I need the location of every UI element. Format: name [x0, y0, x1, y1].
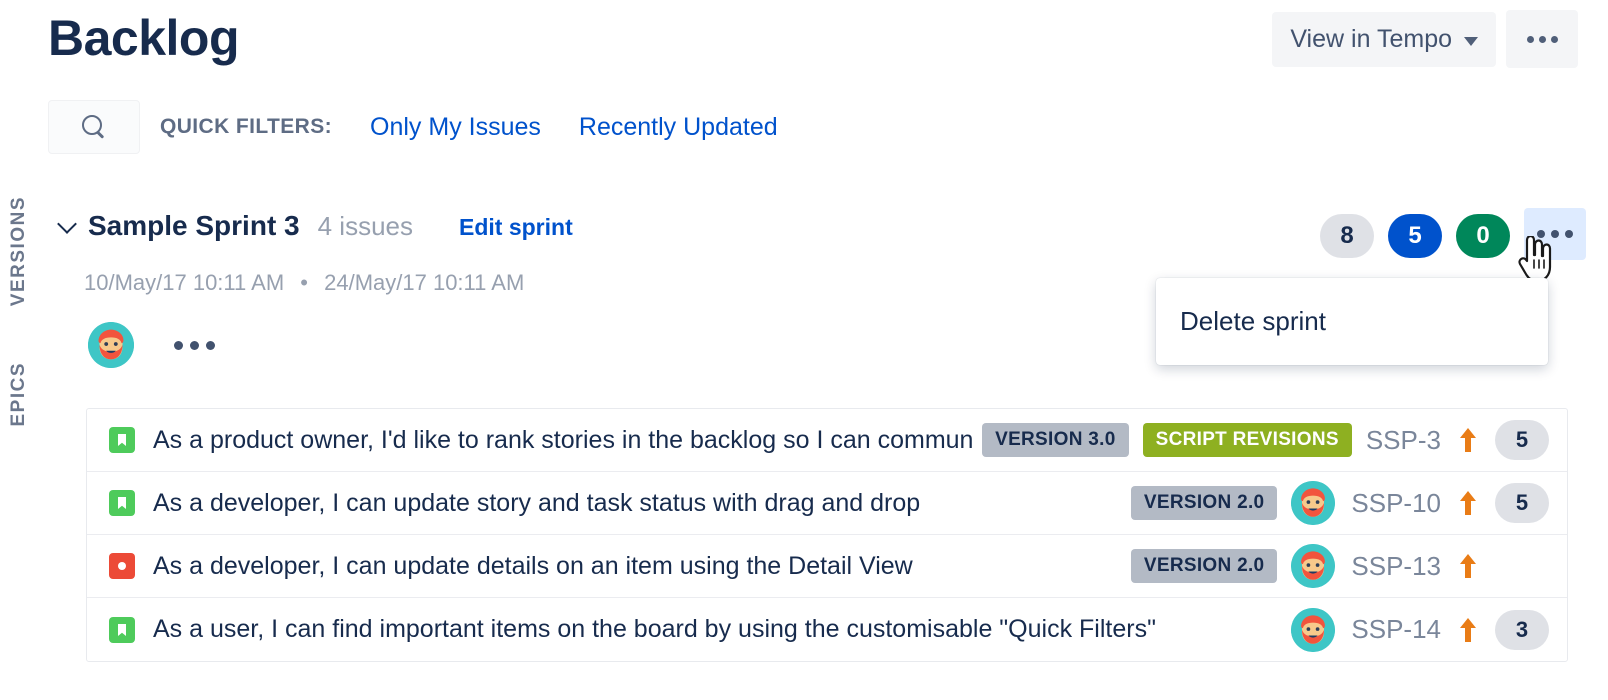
story-icon — [109, 427, 135, 453]
issue-summary: As a product owner, I'd like to rank sto… — [153, 425, 973, 454]
sprint-issue-count: 4 issues — [317, 211, 414, 241]
issue-key[interactable]: SSP-13 — [1351, 551, 1441, 582]
version-label[interactable]: VERSION 2.0 — [1130, 486, 1278, 520]
status-badge-inprogress: 5 — [1388, 214, 1442, 258]
story-points-badge: 3 — [1495, 609, 1549, 650]
chevron-down-icon — [1464, 36, 1478, 46]
ellipsis-icon — [1565, 230, 1573, 238]
ellipsis-icon — [1537, 230, 1545, 238]
sprint-end-date: 24/May/17 10:11 AM — [324, 270, 525, 295]
ellipsis-icon — [190, 340, 199, 350]
story-points-badge — [1495, 546, 1549, 586]
quick-filter-bar: QUICK FILTERS: Only My Issues Recently U… — [48, 100, 778, 154]
ellipsis-icon — [174, 340, 183, 350]
edit-sprint-link[interactable]: Edit sprint — [459, 214, 573, 241]
sprint-meta-more-button[interactable] — [174, 340, 215, 350]
story-icon — [109, 616, 135, 643]
priority-high-icon — [1457, 426, 1479, 454]
issue-summary: As a user, I can find important items on… — [153, 615, 1156, 643]
status-badge-todo: 8 — [1320, 214, 1374, 258]
view-in-tempo-button[interactable]: View in Tempo — [1272, 11, 1496, 67]
issue-row[interactable]: As a product owner, I'd like to rank sto… — [87, 409, 1567, 472]
issue-summary: As a developer, I can update story and t… — [153, 488, 921, 517]
sprint-dates: 10/May/17 10:11 AM • 24/May/17 10:11 AM — [84, 270, 524, 296]
issue-row[interactable]: As a user, I can find important items on… — [87, 598, 1567, 661]
epic-label[interactable]: SCRIPT REVISIONS — [1142, 423, 1352, 457]
assignee-avatar[interactable] — [1291, 607, 1336, 652]
issue-row[interactable]: As a developer, I can update story and t… — [87, 472, 1567, 535]
page-title: Backlog — [48, 10, 240, 66]
search-icon — [81, 114, 107, 140]
ellipsis-icon — [206, 340, 215, 350]
issue-key[interactable]: SSP-14 — [1351, 614, 1441, 645]
story-points-badge: 5 — [1495, 483, 1549, 523]
quick-filters-label: QUICK FILTERS: — [160, 115, 333, 138]
sprint-name: Sample Sprint 3 — [88, 210, 300, 241]
issue-key[interactable]: SSP-10 — [1351, 488, 1441, 519]
board-more-button[interactable] — [1506, 10, 1578, 68]
sprint-actions-dropdown: Delete sprint — [1156, 278, 1548, 365]
issue-key[interactable]: SSP-3 — [1366, 425, 1441, 456]
quick-filter-recently-updated[interactable]: Recently Updated — [579, 113, 778, 142]
bug-icon — [109, 553, 135, 579]
assignee-avatar[interactable] — [1291, 481, 1336, 525]
sprint-stats: 8 5 0 — [1320, 214, 1510, 258]
sprint-start-date: 10/May/17 10:11 AM — [84, 270, 285, 295]
story-points-badge: 5 — [1495, 420, 1549, 460]
issue-list: As a product owner, I'd like to rank sto… — [86, 408, 1568, 662]
sprint-header: Sample Sprint 3 4 issues Edit sprint — [57, 210, 573, 242]
priority-high-icon — [1457, 489, 1479, 517]
search-input[interactable] — [48, 100, 140, 154]
rail-versions[interactable]: VERSIONS — [8, 196, 30, 306]
issue-row[interactable]: As a developer, I can update details on … — [87, 535, 1567, 598]
issue-summary: As a developer, I can update details on … — [153, 551, 913, 580]
ellipsis-icon — [1551, 230, 1559, 238]
quick-filter-only-my-issues[interactable]: Only My Issues — [370, 113, 541, 142]
priority-high-icon — [1457, 552, 1479, 580]
rail-epics[interactable]: EPICS — [8, 362, 30, 427]
view-in-tempo-label: View in Tempo — [1290, 24, 1452, 53]
menu-item-delete-sprint[interactable]: Delete sprint — [1156, 296, 1548, 347]
assignee-avatar[interactable] — [1291, 544, 1336, 588]
sprint-meta-row — [88, 322, 215, 368]
ellipsis-icon — [1526, 35, 1534, 43]
backlog-page: Backlog View in Tempo QUICK FILTERS: Onl… — [0, 0, 1608, 700]
version-label[interactable]: VERSION 3.0 — [982, 423, 1129, 457]
chevron-down-icon[interactable] — [57, 214, 77, 234]
version-label[interactable]: VERSION 2.0 — [1130, 549, 1278, 583]
avatar[interactable] — [88, 322, 134, 368]
status-badge-done: 0 — [1456, 214, 1510, 258]
sprint-more-button[interactable] — [1524, 208, 1586, 260]
priority-high-icon — [1457, 616, 1479, 644]
header-actions: View in Tempo — [1272, 10, 1578, 68]
ellipsis-icon — [1550, 35, 1558, 43]
ellipsis-icon — [1538, 35, 1546, 43]
story-icon — [109, 490, 135, 516]
date-separator: • — [300, 270, 308, 295]
